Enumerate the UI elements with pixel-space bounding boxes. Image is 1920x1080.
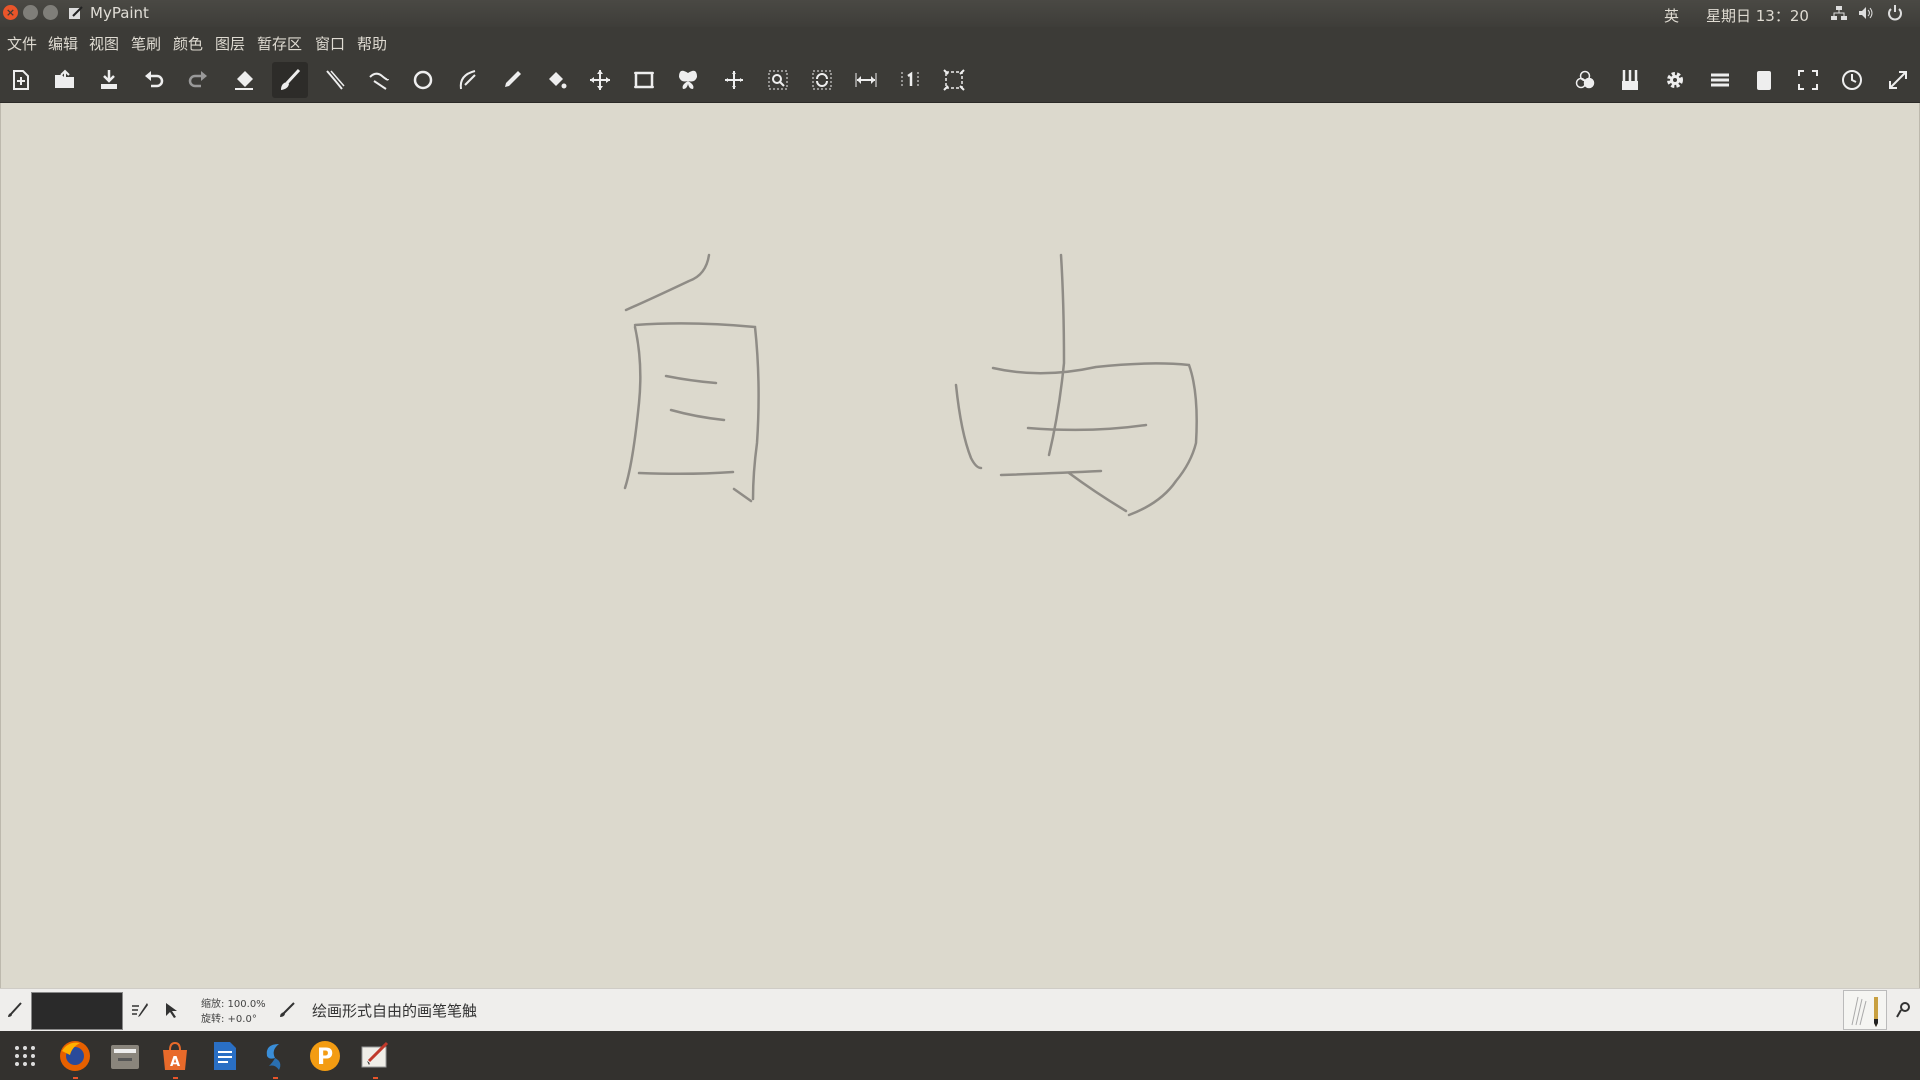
network-icon[interactable] [1830,4,1848,22]
brush-preview-thumbnail[interactable] [1843,990,1887,1030]
expand-icon[interactable] [1880,62,1916,98]
running-indicator [373,1077,378,1079]
text-editor-icon[interactable] [206,1037,244,1075]
input-method-indicator[interactable]: 英 [1664,5,1679,26]
frame-icon[interactable] [626,62,662,98]
symmetry-icon[interactable] [670,62,706,98]
status-bar: 缩放: 100.0% 旋转: +0.0° 绘画形式自由的画笔笔触 [0,988,1920,1032]
fullscreen-icon[interactable] [1790,62,1826,98]
close-icon: × [5,6,16,19]
new-document-icon[interactable] [3,62,39,98]
fill-bucket-icon[interactable] [538,62,574,98]
tool-options-icon[interactable] [1895,1001,1913,1019]
undo-icon[interactable] [136,62,172,98]
firefox-icon[interactable] [56,1037,94,1079]
pick-brush-icon[interactable] [162,1000,182,1020]
zoom-icon[interactable] [760,62,796,98]
inking-icon[interactable] [317,62,353,98]
handwritten-character-you [954,253,1198,517]
mypaint-app-icon [69,6,83,19]
brush-description: 绘画形式自由的画笔笔触 [312,1002,478,1020]
brush-icon[interactable] [272,62,308,98]
rotation-readout: 旋转: +0.0° [201,1014,257,1025]
rotate-icon[interactable] [804,62,840,98]
menu-color[interactable]: 颜色 [173,33,203,54]
canvas-strokes [623,253,1198,517]
active-brush-icon [280,1002,295,1017]
mirror-icon[interactable] [848,62,884,98]
close-window-button[interactable]: × [3,5,18,20]
open-file-icon[interactable] [47,62,83,98]
redo-icon[interactable] [180,62,216,98]
software-center-icon[interactable]: A [156,1037,194,1079]
svg-text:P: P [317,1045,333,1070]
menu-window[interactable]: 窗口 [315,33,345,54]
settings-icon[interactable] [1657,62,1693,98]
system-clock[interactable]: 星期日 13：20 [1706,5,1809,26]
menu-edit[interactable]: 编辑 [48,33,78,54]
handwritten-character-zi [623,253,760,503]
volume-icon[interactable] [1857,4,1875,22]
color-wheel-icon[interactable] [1567,62,1603,98]
color-picker-icon[interactable] [494,62,530,98]
ellipse-icon[interactable] [405,62,441,98]
window-title: MyPaint [90,4,149,22]
running-indicator [273,1077,278,1079]
p-app-icon[interactable]: P [306,1037,344,1075]
menu-bar: 文件 编辑 视图 笔刷 颜色 图层 暂存区 窗口 帮助 [0,27,1920,57]
minimize-window-button[interactable] [23,5,38,20]
pan-icon[interactable] [716,62,752,98]
pen-curve-icon[interactable] [450,62,486,98]
shotwell-icon[interactable] [256,1037,294,1079]
running-indicator [173,1077,178,1079]
power-icon[interactable] [1886,4,1904,22]
menu-scratchpad[interactable]: 暂存区 [257,33,302,54]
reset-zoom-icon[interactable] [892,62,928,98]
files-icon[interactable] [106,1037,144,1075]
layer-move-icon[interactable] [582,62,618,98]
zoom-readout: 缩放: 100.0% [201,999,266,1010]
freehand-line-icon[interactable] [361,62,397,98]
app-grid-icon[interactable] [6,1037,44,1075]
running-indicator [73,1077,78,1079]
svg-text:A: A [170,1055,180,1070]
brush-edit-icon[interactable] [130,1000,150,1020]
fit-view-icon[interactable] [936,62,972,98]
current-color-swatch[interactable] [31,992,123,1030]
pencil-brush-icon [1851,996,1878,1027]
brush-small-icon[interactable] [6,1001,24,1019]
layers-icon[interactable] [1702,62,1738,98]
menu-view[interactable]: 视图 [89,33,119,54]
brushes-icon[interactable] [1612,62,1648,98]
history-icon[interactable] [1834,62,1870,98]
drawing-canvas[interactable] [0,103,1920,988]
menu-file[interactable]: 文件 [7,33,37,54]
menu-layer[interactable]: 图层 [215,33,245,54]
save-icon[interactable] [91,62,127,98]
eraser-icon[interactable] [226,62,262,98]
scratchpad-icon[interactable] [1746,62,1782,98]
menu-brush[interactable]: 笔刷 [131,33,161,54]
main-toolbar [0,57,1920,103]
system-dock: A P [0,1031,1920,1080]
menu-help[interactable]: 帮助 [357,33,387,54]
title-bar: × MyPaint 英 星期日 13：20 [0,0,1920,27]
maximize-window-button[interactable] [43,5,58,20]
mypaint-icon[interactable] [356,1037,394,1079]
